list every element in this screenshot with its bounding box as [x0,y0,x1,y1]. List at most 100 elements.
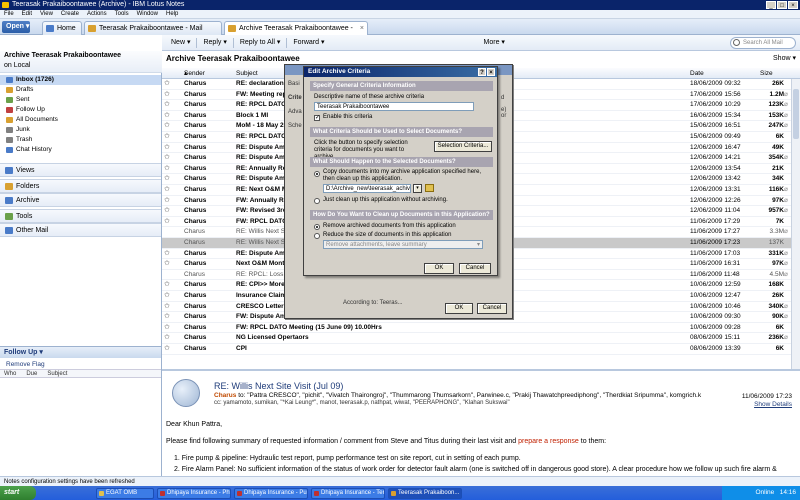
sidebar-group-archive[interactable]: Archive [0,193,161,207]
sidebar-item-drafts[interactable]: Drafts [0,85,161,95]
copy-radio[interactable] [314,171,320,177]
sidebar-group-other-mail[interactable]: Other Mail [0,223,161,237]
navigation-sidebar: Archive Teerasak Prakaiboontawee on Loca… [0,51,162,346]
show-details-link[interactable]: Show Details [754,401,792,408]
app-icon [314,490,319,496]
menu-help[interactable]: Help [166,10,178,18]
menu-edit[interactable]: Edit [22,10,32,18]
maximize-button[interactable]: □ [777,1,787,9]
taskbar-item[interactable]: EGAT OMB [96,487,154,499]
sidebar-item-all-documents[interactable]: All Documents [0,115,161,125]
archive-ok-button[interactable]: OK [445,303,473,314]
sidebar-group-views[interactable]: Views [0,163,161,177]
menu-create[interactable]: Create [61,10,79,18]
reply-all-button[interactable]: Reply to All ▾ [237,37,284,49]
size-column-header[interactable]: Size [760,68,773,79]
sidebar-item-sent[interactable]: Sent [0,95,161,105]
date-column-header[interactable]: Date [690,68,704,79]
dialog-cancel-button[interactable]: Cancel [459,263,491,274]
row-date: 18/06/2009 09:32 [690,80,741,87]
preview-paragraph: Please find following summary of request… [166,438,607,445]
tab-mail[interactable]: Teerasak Prakaiboontawee - Mail [84,21,222,35]
more-button[interactable]: More ▾ [481,37,508,49]
row-date: 12/06/2009 16:47 [690,143,741,151]
show-menu-button[interactable]: Show ▾ [773,54,796,62]
taskbar-item[interactable]: Dhipaya Insurance - Phy... [157,487,231,499]
reduce-size-radio[interactable] [314,233,320,239]
row-sender: Charus [184,228,205,236]
menu-view[interactable]: View [40,10,53,18]
enable-checkbox[interactable]: ✓ [314,115,320,121]
folder-icon [6,147,13,153]
tab-close-icon[interactable]: × [360,22,364,35]
star-icon: ✩ [164,186,170,193]
status-text: Notes configuration settings have been r… [4,479,135,485]
follow-up-title[interactable]: Follow Up ▾ [0,347,161,358]
sidebar-subtitle: on Local [4,62,31,69]
row-size: 340K [768,302,784,310]
online-status[interactable]: Online [756,489,775,496]
sidebar-item-chat-history[interactable]: Chat History [0,145,161,155]
taskbar-item[interactable]: Dhipaya Insurance - Terr... [311,487,385,499]
menu-tools[interactable]: Tools [115,10,129,18]
path-dropdown-button[interactable]: ▾ [413,184,422,193]
menu-file[interactable]: File [4,10,14,18]
remove-archived-radio[interactable] [314,224,320,230]
row-sender: Charus [184,90,207,98]
open-button[interactable]: Open ▾ [2,21,30,33]
menu-actions[interactable]: Actions [87,10,107,18]
follow-up-columns: Who Due Subject [0,369,161,378]
description-input[interactable]: Teerasak Prakaiboontawee [314,102,474,111]
preview-greeting: Dear Khun Pattra, [166,421,223,428]
table-row[interactable]: ✩ Charus FW: RPCL DATO Meeting (15 June 09… [162,323,791,334]
list-scrollbar[interactable] [791,79,800,369]
row-sender: Charus [184,292,207,299]
sidebar-item-trash[interactable]: Trash [0,135,161,145]
sidebar-item-follow-up[interactable]: Follow Up [0,105,161,115]
forward-button[interactable]: Forward ▾ [290,37,327,49]
start-button[interactable]: start [0,486,36,500]
sidebar-group-tools[interactable]: Tools [0,209,161,223]
search-input[interactable]: Search All Mail [730,37,796,49]
reply-button[interactable]: Reply ▾ [200,37,229,49]
folder-icon [6,107,13,113]
star-icon: ✩ [164,217,170,225]
star-icon: ✩ [164,101,170,109]
row-date: 11/06/2009 17:23 [690,239,741,246]
row-size: 236K [768,334,784,342]
selection-criteria-button[interactable]: Selection Criteria... [434,141,492,152]
row-date: 11/06/2009 11:48 [690,270,740,278]
star-icon: ✩ [164,122,170,130]
menu-window[interactable]: Window [137,10,158,18]
archive-cancel-button[interactable]: Cancel [477,303,507,314]
table-row[interactable]: ✩ Charus CPI 08/06/2009 13:39 6K [162,344,791,355]
star-icon: ✩ [164,196,170,204]
row-size: 6K [775,133,784,140]
new-button[interactable]: New ▾ [168,37,193,49]
row-date: 15/06/2009 09:49 [690,133,741,140]
table-row[interactable]: ✩ Charus NG Licensed Opertaors 08/06/2009 1… [162,333,791,344]
dialog-close-button[interactable]: × [487,68,495,76]
close-button[interactable]: × [788,1,798,9]
sender-column-header[interactable]: Sender ▴ [184,68,205,79]
help-button[interactable]: ? [478,68,486,76]
remove-flag-link[interactable]: Remove Flag [6,361,45,368]
dialog-ok-button[interactable]: OK [424,263,454,274]
taskbar-item[interactable]: Teerasak Prakaiboon... [388,487,462,499]
row-size: 26K [772,292,784,299]
folder-browse-icon[interactable] [425,184,434,192]
sidebar-item-junk[interactable]: Junk [0,125,161,135]
taskbar-item[interactable]: Dhipaya Insurance - Publ... [234,487,308,499]
tab-home[interactable]: Home [42,21,82,35]
attachment-icon: ⌀ [784,334,788,342]
tab-archive[interactable]: Archive Teerasak Prakaiboontawee - × [224,21,368,35]
sidebar-group-folders[interactable]: Folders [0,179,161,193]
minimize-button[interactable]: _ [766,1,776,9]
preview-sender[interactable]: Charus [214,392,236,399]
archive-path-input[interactable]: D:\Archive_new\teerasak_achive.nsf [323,184,411,193]
clean-only-radio[interactable] [314,198,320,204]
attachment-icon: ⌀ [784,90,788,98]
sidebar-item-inbox[interactable]: Inbox (1726) [0,75,161,85]
row-sender: Charus [184,217,207,225]
subject-column-header[interactable]: Subject [236,68,258,79]
